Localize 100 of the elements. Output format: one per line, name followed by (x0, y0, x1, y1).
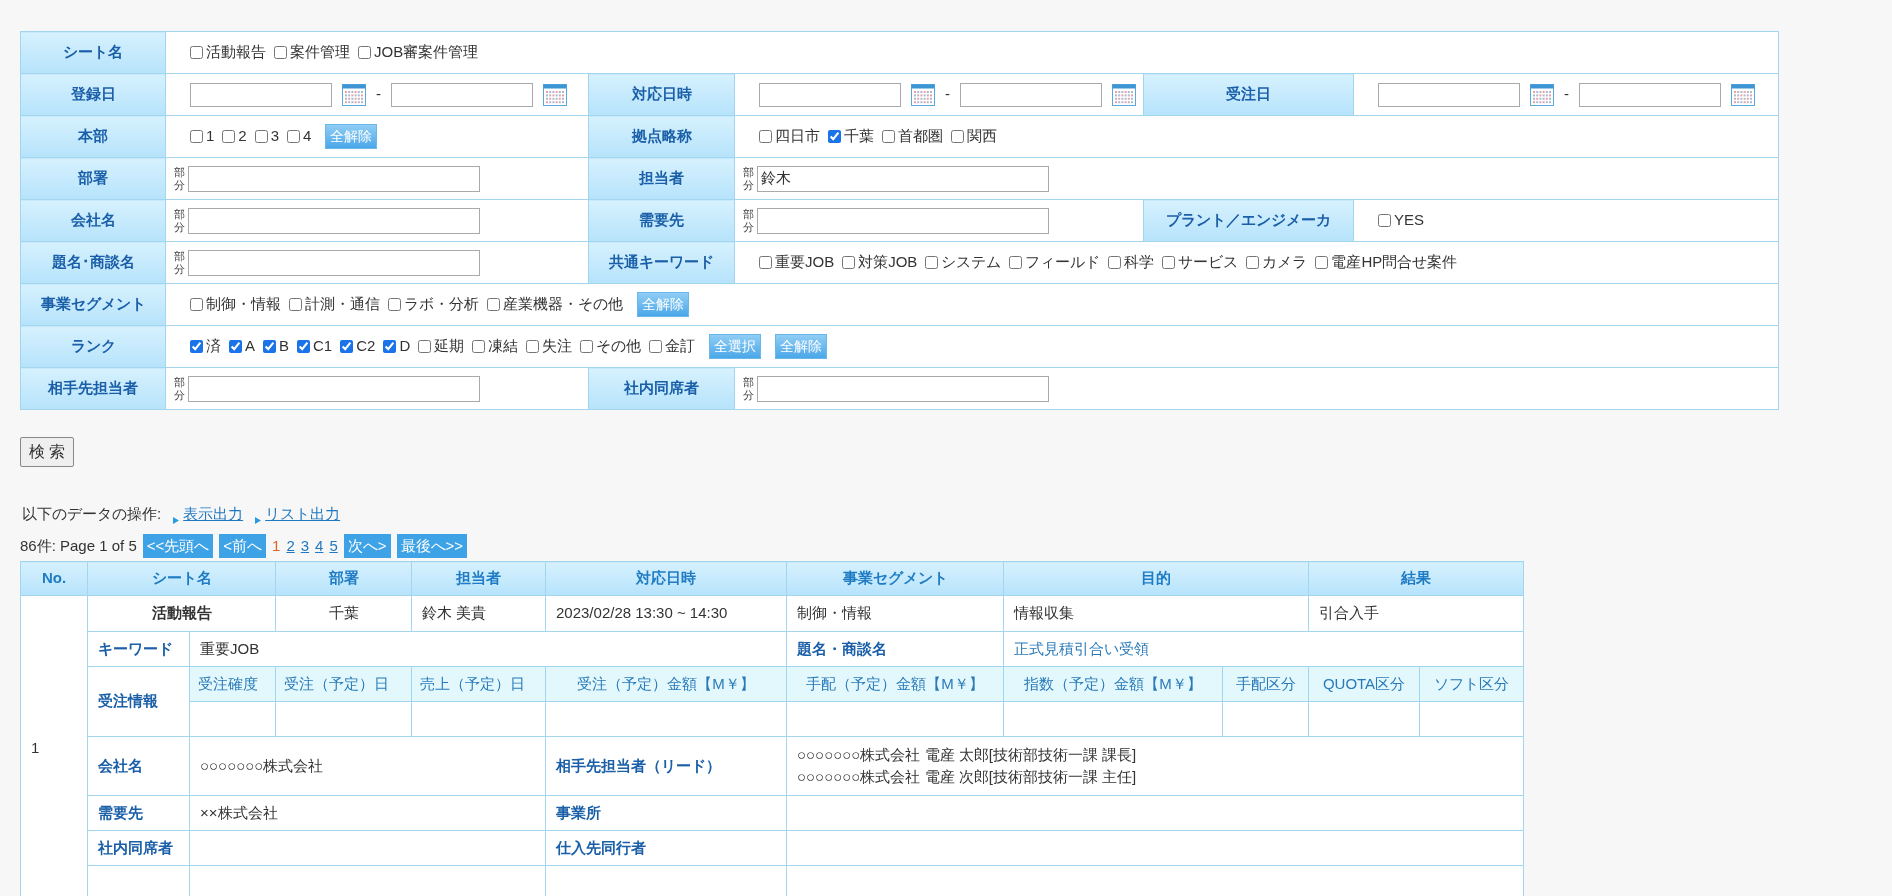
row-label: 需要先 (87, 795, 190, 831)
checkbox[interactable] (190, 298, 203, 311)
text-field[interactable] (757, 207, 1049, 234)
page-link[interactable]: 1 (272, 534, 281, 557)
checkbox[interactable] (1162, 256, 1176, 269)
date-field[interactable] (1579, 82, 1721, 107)
checkbox[interactable] (289, 298, 302, 311)
checkbox-label: サービス (1178, 252, 1239, 273)
checkbox[interactable] (274, 46, 287, 59)
checkbox[interactable] (388, 298, 401, 311)
field-label: 共通キーワード (588, 241, 735, 284)
clear-button[interactable]: 全解除 (325, 124, 378, 149)
text-field[interactable] (188, 207, 480, 234)
page-link[interactable]: 3 (300, 534, 310, 557)
search-button[interactable]: 検 索 (20, 437, 75, 467)
operations-label: 以下のデータの操作: (22, 504, 162, 524)
clear-button[interactable]: 全解除 (637, 292, 689, 317)
checkbox[interactable] (287, 130, 301, 143)
checkbox[interactable] (190, 46, 203, 59)
calendar-icon[interactable] (1731, 83, 1755, 106)
checkbox[interactable] (580, 340, 594, 353)
first-page-button[interactable]: <<先頭へ (142, 533, 214, 558)
checkbox[interactable] (297, 340, 311, 353)
row-label: 受注情報 (87, 666, 190, 737)
field-label: ランク (20, 325, 166, 368)
date-field[interactable] (759, 82, 901, 107)
date-field[interactable] (391, 82, 533, 107)
checkbox[interactable] (842, 256, 856, 269)
checkbox[interactable] (1108, 256, 1122, 269)
row-number-cell: 1 (20, 595, 88, 896)
table-cell: 引合入手 (1308, 595, 1524, 632)
checkbox-label: 重要JOB (775, 252, 835, 273)
column-header: 事業セグメント (786, 561, 1004, 596)
page-link[interactable]: 5 (329, 534, 338, 557)
sub-column-header: 売上（予定）日 (411, 666, 546, 702)
checkbox-label: C1 (313, 336, 333, 357)
partial-match-label: 部分 (743, 376, 754, 401)
checkbox[interactable] (190, 130, 203, 143)
text-field[interactable] (188, 375, 480, 402)
checkbox-label: カメラ (1262, 252, 1308, 273)
checkbox[interactable] (882, 130, 895, 143)
calendar-icon[interactable] (1530, 83, 1554, 106)
export-link[interactable]: 表示出力 (183, 503, 244, 526)
export-link[interactable]: リスト出力 (265, 503, 341, 526)
checkbox[interactable] (418, 340, 432, 353)
checkbox[interactable] (759, 256, 772, 269)
calendar-icon[interactable] (1112, 83, 1136, 106)
partial-match-label: 部分 (174, 250, 185, 275)
checkbox[interactable] (254, 130, 268, 143)
date-field[interactable] (190, 82, 332, 107)
checkbox[interactable] (263, 340, 276, 353)
last-page-button[interactable]: 最後へ>> (396, 533, 468, 558)
checkbox[interactable] (951, 130, 964, 143)
checkbox[interactable] (487, 298, 500, 311)
checkbox-label: ラボ・分析 (404, 294, 479, 315)
date-field[interactable] (1378, 82, 1520, 107)
calendar-icon[interactable] (911, 83, 935, 106)
checkbox[interactable] (472, 340, 486, 353)
next-page-button[interactable]: 次へ> (343, 533, 391, 558)
field-label: 登録日 (20, 73, 166, 116)
checkbox[interactable] (340, 340, 354, 353)
checkbox[interactable] (759, 130, 772, 143)
checkbox[interactable] (1009, 256, 1023, 269)
text-field[interactable] (188, 165, 480, 192)
field-label: シート名 (20, 31, 166, 74)
table-cell: 活動報告 (87, 595, 276, 632)
calendar-icon[interactable] (543, 83, 567, 106)
checkbox[interactable] (1246, 256, 1260, 269)
checkbox-label: 首都圏 (898, 126, 943, 147)
checkbox[interactable] (190, 340, 203, 353)
checkbox[interactable] (1378, 214, 1391, 227)
previous-page-button[interactable]: <前へ (219, 533, 267, 558)
checkbox[interactable] (526, 340, 540, 353)
triangle-icon (255, 516, 262, 524)
checkbox[interactable] (383, 340, 397, 353)
page-link[interactable]: 2 (286, 534, 295, 557)
checkbox[interactable] (222, 130, 236, 143)
checkbox[interactable] (649, 340, 663, 353)
text-field[interactable]: 鈴木 (757, 165, 1049, 192)
checkbox[interactable] (358, 46, 371, 59)
checkbox-label: 4 (303, 126, 312, 147)
text-field[interactable] (188, 249, 480, 276)
checkbox-label: 失注 (542, 336, 573, 357)
table-cell: 重要JOB (189, 631, 787, 667)
text-field[interactable] (757, 375, 1049, 402)
checkbox-label: 計測・通信 (305, 294, 380, 315)
checkbox[interactable] (1315, 256, 1329, 269)
table-cell: 正式見積引合い受領 (1003, 631, 1524, 667)
checkbox[interactable] (828, 130, 841, 143)
clear-button[interactable]: 全解除 (775, 334, 828, 359)
checkbox-label: 延期 (434, 336, 465, 357)
calendar-icon[interactable] (342, 83, 366, 106)
checkbox[interactable] (925, 256, 939, 269)
row-label: 会社名 (87, 736, 190, 796)
page-link[interactable]: 4 (315, 534, 324, 557)
sub-column-header: 受注（予定）金額【M￥】 (545, 666, 787, 702)
checkbox[interactable] (229, 340, 242, 353)
clear-button[interactable]: 全選択 (709, 334, 762, 359)
date-field[interactable] (960, 82, 1102, 107)
partial-match-label: 部分 (174, 166, 185, 191)
